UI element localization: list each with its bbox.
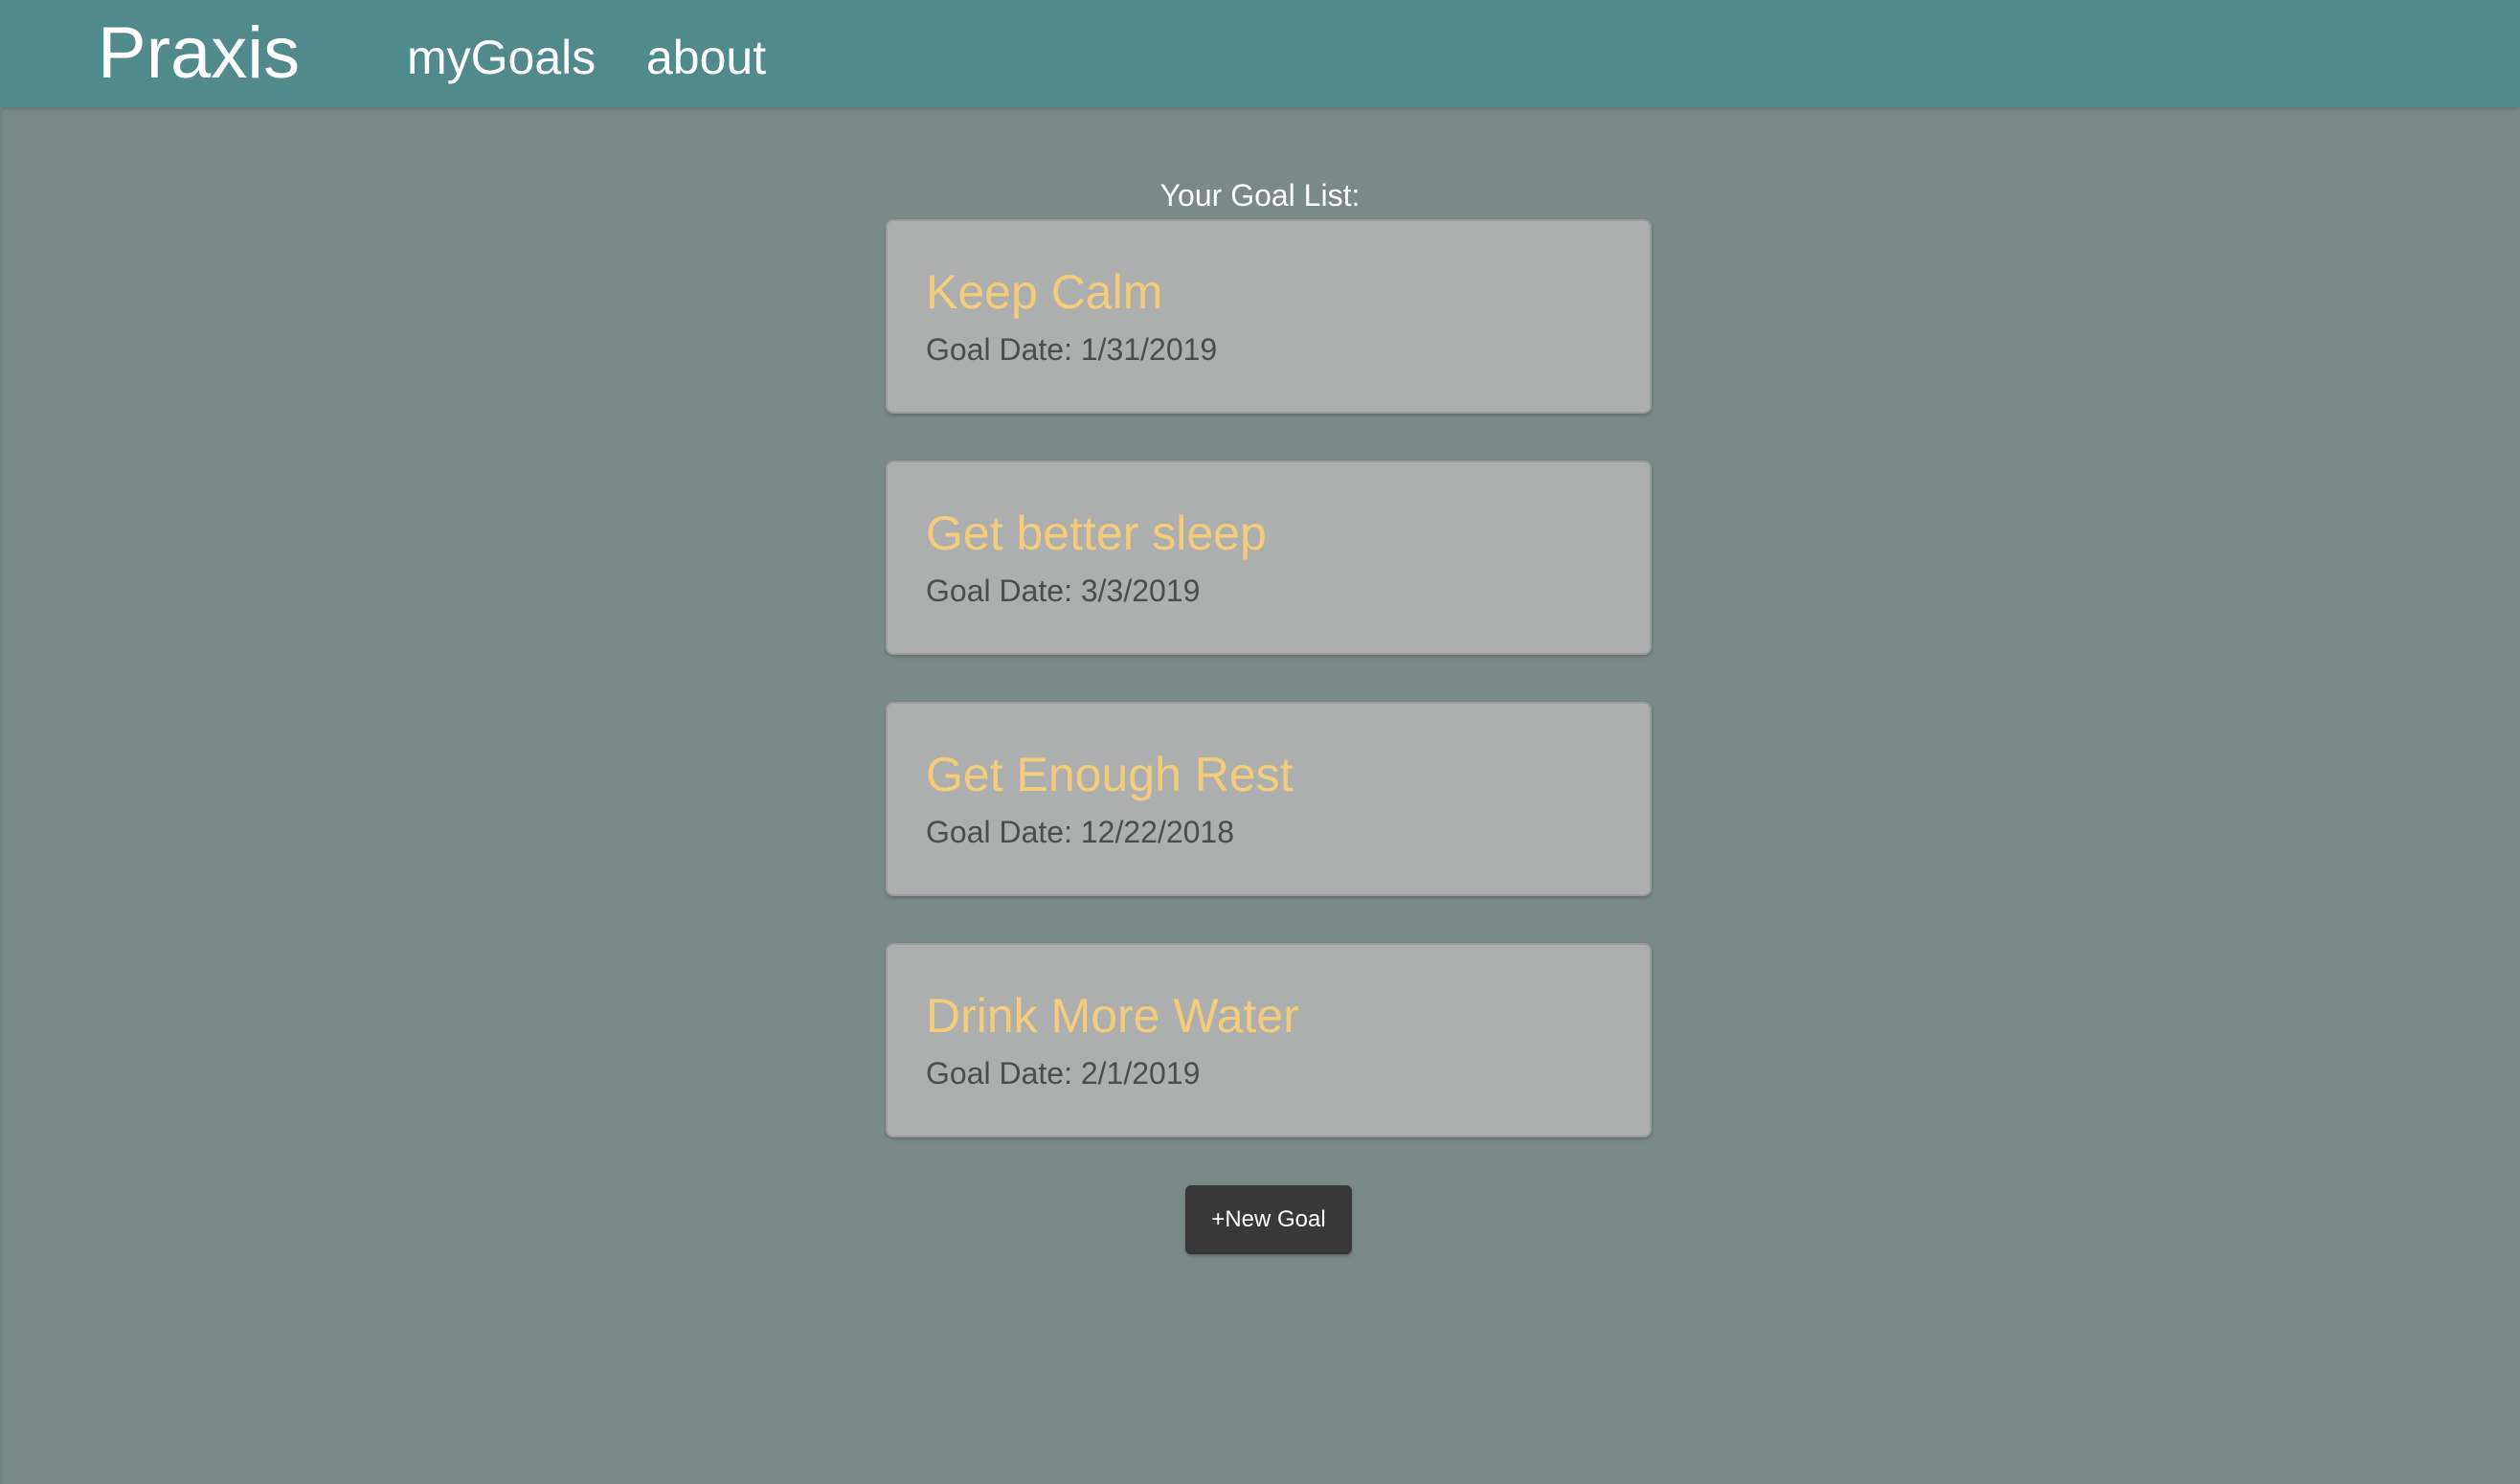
- goal-card-get-better-sleep[interactable]: Get better sleep Goal Date: 3/3/2019: [886, 461, 1652, 655]
- goal-list-heading: Your Goal List:: [1159, 178, 1361, 213]
- goal-date: Goal Date: 3/3/2019: [926, 573, 1201, 608]
- goal-card-get-enough-rest[interactable]: Get Enough Rest Goal Date: 12/22/2018: [886, 702, 1652, 896]
- goal-card-keep-calm[interactable]: Keep Calm Goal Date: 1/31/2019: [886, 219, 1652, 414]
- goal-title: Get Enough Rest: [926, 748, 1294, 801]
- goal-title: Keep Calm: [926, 265, 1163, 319]
- goal-date: Goal Date: 1/31/2019: [926, 332, 1218, 367]
- goal-card-drink-more-water[interactable]: Drink More Water Goal Date: 2/1/2019: [886, 943, 1652, 1137]
- window-left-edge: [0, 107, 3, 1484]
- top-navbar: Praxis myGoals about: [0, 0, 2520, 107]
- brand-logo-link[interactable]: Praxis: [98, 10, 300, 98]
- goal-title: Drink More Water: [926, 989, 1299, 1043]
- nav-link-about[interactable]: about: [646, 28, 766, 87]
- new-goal-button[interactable]: +New Goal: [1185, 1185, 1352, 1254]
- nav-link-mygoals[interactable]: myGoals: [407, 28, 596, 87]
- goal-date: Goal Date: 2/1/2019: [926, 1056, 1201, 1091]
- goal-title: Get better sleep: [926, 506, 1267, 560]
- goal-date: Goal Date: 12/22/2018: [926, 815, 1235, 849]
